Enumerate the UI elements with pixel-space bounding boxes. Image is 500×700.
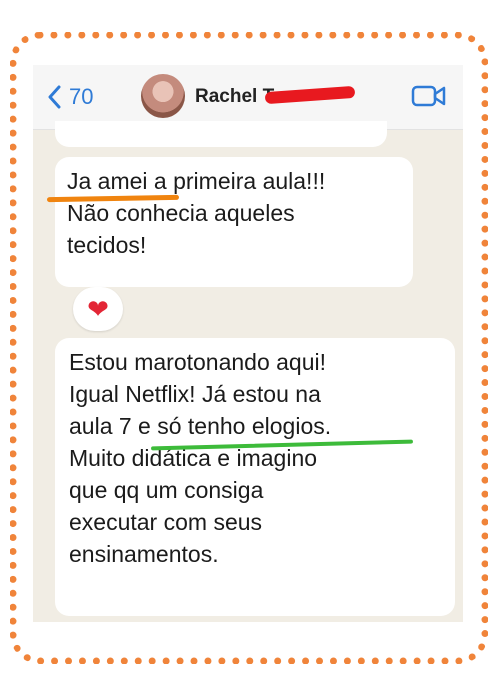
chat-screen: 70 Rachel T Ja amei a primeira aula!!! N…	[33, 65, 463, 622]
heart-icon: ❤	[87, 294, 109, 324]
message-line: Estou marotonando aqui!	[69, 349, 327, 375]
message-line: Igual Netflix! Já estou na	[69, 381, 321, 407]
message-line: executar com seus	[69, 509, 263, 535]
back-button[interactable]: 70	[47, 79, 93, 115]
video-call-icon	[411, 85, 446, 107]
message-line: ensinamentos.	[69, 541, 219, 567]
previous-message-bubble	[55, 121, 387, 147]
message-line: Ja amei a primeira aula!!!	[67, 168, 326, 194]
reaction-badge[interactable]: ❤	[73, 287, 123, 331]
video-call-button[interactable]	[411, 83, 447, 114]
message-line: tecidos!	[67, 232, 147, 258]
avatar[interactable]	[141, 74, 185, 118]
message-line: que qq um consiga	[69, 477, 264, 503]
message-line: Não conhecia aqueles	[67, 200, 295, 226]
chevron-left-icon	[48, 85, 61, 109]
contact-name[interactable]: Rachel T	[195, 86, 274, 108]
message-line: aula 7 e só tenho elogios.	[69, 413, 332, 439]
message-bubble[interactable]: Estou marotonando aqui! Igual Netflix! J…	[55, 338, 455, 616]
message-bubble[interactable]: Ja amei a primeira aula!!! Não conhecia …	[55, 157, 413, 287]
unread-count: 70	[69, 84, 94, 109]
redaction-mark	[264, 85, 356, 105]
